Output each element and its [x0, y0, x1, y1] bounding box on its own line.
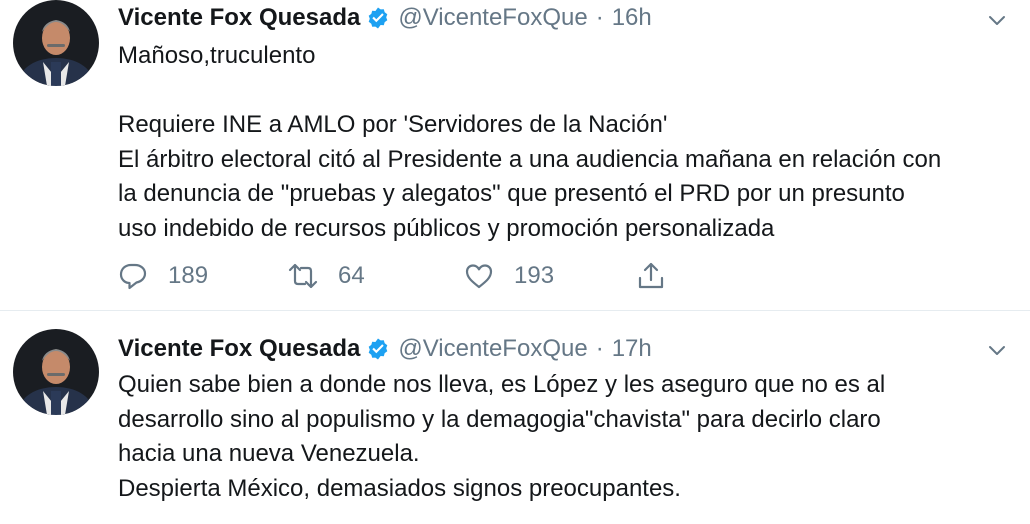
author-handle[interactable]: @VicenteFoxQue — [398, 335, 587, 363]
avatar[interactable] — [13, 0, 99, 86]
tweet-text-line: la denuncia de "pruebas y alegatos" que … — [118, 180, 905, 207]
tweet-text-line: Quien sabe bien a donde nos lleva, es Ló… — [118, 371, 886, 398]
share-button[interactable] — [636, 258, 666, 294]
verified-badge-icon — [369, 338, 388, 360]
tweet-text-line: desarrollo sino al populismo y la demago… — [118, 405, 881, 433]
reply-icon — [119, 263, 147, 290]
avatar[interactable] — [13, 329, 99, 415]
retweet-icon — [288, 263, 318, 289]
separator-dot: · — [595, 335, 604, 362]
retweet-count: 64 — [338, 262, 365, 289]
tweet-2[interactable]: Vicente Fox Quesada @VicenteFoxQue · 17h… — [0, 311, 1030, 524]
tweet-text-line: Mañoso,truculento — [118, 42, 316, 69]
author-name[interactable]: Vicente Fox Quesada — [118, 335, 360, 363]
like-count: 193 — [514, 262, 555, 289]
tweet-text-line: Despierta México, demasiados signos preo… — [118, 474, 681, 502]
chevron-down-icon[interactable] — [986, 9, 1008, 31]
verified-badge-icon — [369, 7, 388, 29]
tweet-text-line: hacia una nueva Venezuela. — [118, 440, 420, 467]
reply-button[interactable]: 189 — [118, 258, 208, 294]
tweet-text: Quien sabe bien a donde nos lleva, es Ló… — [118, 368, 1018, 506]
separator-dot: · — [595, 4, 604, 31]
tweet-text: Mañoso,truculento Requiere INE a AMLO po… — [118, 39, 1018, 246]
tweet-1[interactable]: Vicente Fox Quesada @VicenteFoxQue · 16h… — [0, 0, 1030, 311]
like-button[interactable]: 193 — [464, 258, 554, 294]
chevron-down-icon[interactable] — [986, 339, 1008, 361]
tweet-header: Vicente Fox Quesada @VicenteFoxQue · 17h — [118, 333, 652, 365]
share-icon — [638, 262, 664, 289]
timestamp[interactable]: 16h — [612, 4, 652, 32]
retweet-button[interactable]: 64 — [288, 258, 365, 294]
reply-count: 189 — [168, 262, 209, 289]
tweet-header: Vicente Fox Quesada @VicenteFoxQue · 16h — [118, 2, 652, 34]
author-handle[interactable]: @VicenteFoxQue — [398, 4, 587, 32]
author-name[interactable]: Vicente Fox Quesada — [118, 4, 360, 32]
like-icon — [465, 264, 493, 289]
tweet-text-line: Requiere INE a AMLO por 'Servidores de l… — [118, 111, 668, 138]
tweet-text-line: El árbitro electoral citó al Presidente … — [118, 145, 942, 173]
timestamp[interactable]: 17h — [612, 335, 652, 363]
tweet-text-line: uso indebido de recursos públicos y prom… — [118, 214, 775, 242]
